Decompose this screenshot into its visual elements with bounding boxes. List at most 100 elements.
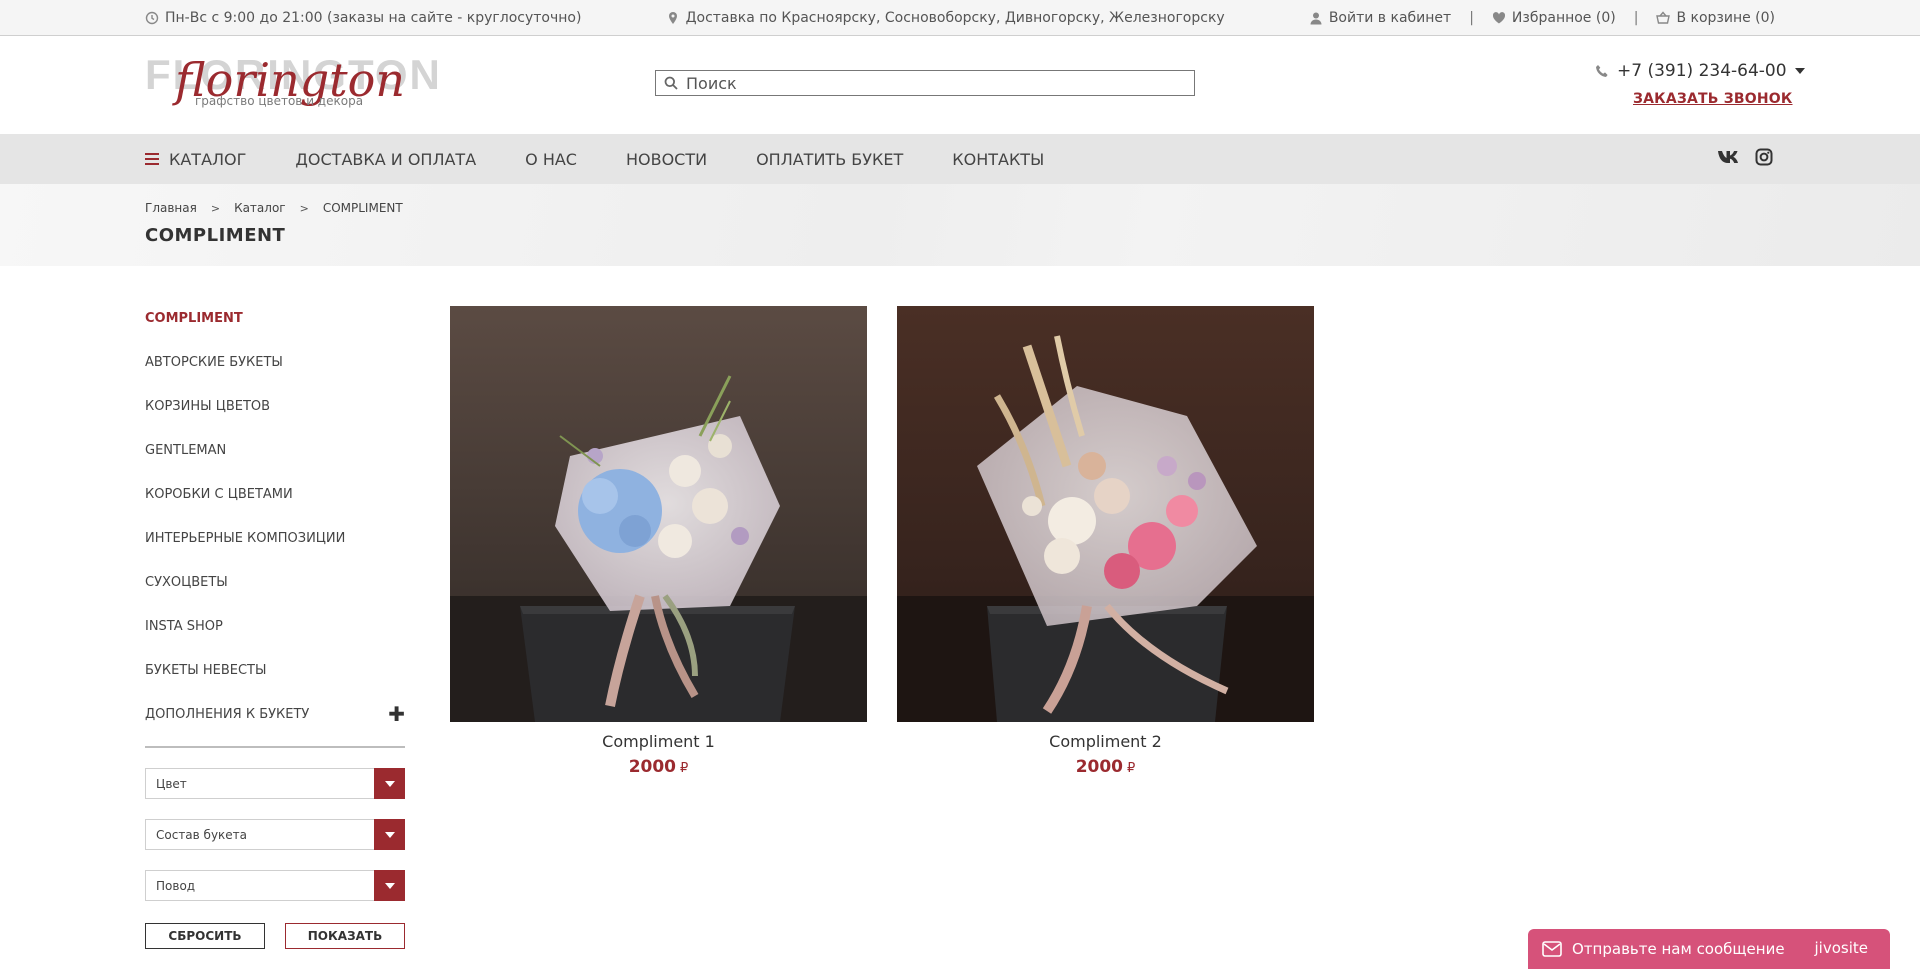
reset-button[interactable]: СБРОСИТЬ: [145, 923, 265, 949]
price-value: 2000: [1075, 757, 1124, 777]
sidebar-item-compliment[interactable]: COMPLIMENT: [145, 296, 405, 340]
heart-icon: [1492, 12, 1505, 24]
breadcrumb-catalog[interactable]: Каталог: [234, 201, 286, 215]
product-name[interactable]: Compliment 2: [897, 732, 1314, 751]
chevron-down-icon[interactable]: [374, 819, 405, 850]
filter-color-select[interactable]: Цвет: [145, 768, 405, 799]
product-name[interactable]: Compliment 1: [450, 732, 867, 751]
catalog-sidebar: COMPLIMENT АВТОРСКИЕ БУКЕТЫ КОРЗИНЫ ЦВЕТ…: [145, 296, 405, 949]
nav-item-about[interactable]: О НАС: [525, 150, 577, 169]
nav-item-contacts[interactable]: КОНТАКТЫ: [952, 150, 1044, 169]
main-nav: КАТАЛОГ ДОСТАВКА И ОПЛАТА О НАС НОВОСТИ …: [0, 134, 1920, 184]
currency-symbol: ₽: [1127, 761, 1136, 776]
show-button[interactable]: ПОКАЗАТЬ: [285, 923, 405, 949]
product-card[interactable]: Compliment 2 2000 ₽: [897, 306, 1314, 777]
menu-icon: [145, 153, 159, 165]
topbar-separator: |: [1633, 10, 1639, 26]
basket-icon: [1656, 11, 1671, 24]
price-value: 2000: [628, 757, 677, 777]
sidebar-item-author-bouquets[interactable]: АВТОРСКИЕ БУКЕТЫ: [145, 340, 405, 384]
sidebar-item-dried-flowers[interactable]: СУХОЦВЕТЫ: [145, 560, 405, 604]
cart-label: В корзине (0): [1676, 10, 1775, 26]
filter-composition-label: Состав букета: [156, 827, 248, 842]
user-icon: [1310, 12, 1322, 25]
breadcrumb: Главная > Каталог > COMPLIMENT: [145, 201, 403, 215]
product-price: 2000 ₽: [897, 757, 1314, 777]
filter-composition-select[interactable]: Состав букета: [145, 819, 405, 850]
product-card[interactable]: Compliment 1 2000 ₽: [450, 306, 867, 777]
site-logo[interactable]: FLORINGTON florington графство цветов и …: [145, 51, 440, 117]
site-header: FLORINGTON florington графство цветов и …: [0, 37, 1920, 134]
currency-symbol: ₽: [680, 761, 689, 776]
sidebar-divider: [145, 746, 405, 748]
working-hours: Пн-Вс с 9:00 до 21:00 (заказы на сайте -…: [145, 10, 581, 26]
search-box[interactable]: [655, 70, 1195, 96]
login-label: Войти в кабинет: [1328, 10, 1452, 26]
bouquet-photo-1: [450, 306, 867, 722]
sidebar-item-flower-boxes[interactable]: КОРОБКИ С ЦВЕТАМИ: [145, 472, 405, 516]
category-list: COMPLIMENT АВТОРСКИЕ БУКЕТЫ КОРЗИНЫ ЦВЕТ…: [145, 296, 405, 736]
breadcrumb-current: COMPLIMENT: [322, 201, 403, 215]
nav-item-pay[interactable]: ОПЛАТИТЬ БУКЕТ: [756, 150, 903, 169]
chevron-down-icon[interactable]: [1794, 67, 1805, 75]
search-input[interactable]: [686, 73, 1166, 93]
product-image[interactable]: [450, 306, 867, 722]
cart-link[interactable]: В корзине (0): [1656, 10, 1775, 26]
login-link[interactable]: Войти в кабинет: [1309, 10, 1451, 26]
order-callback-link[interactable]: ЗАКАЗАТЬ ЗВОНОК: [1633, 91, 1793, 107]
filter-occasion-select[interactable]: Повод: [145, 870, 405, 901]
social-links: [1717, 148, 1773, 166]
envelope-icon: [1542, 941, 1562, 957]
chat-widget[interactable]: Отправьте нам сообщение jivosite: [1528, 929, 1890, 969]
breadcrumb-chevron-icon: >: [299, 201, 309, 215]
nav-item-label: КАТАЛОГ: [169, 149, 247, 169]
plus-icon[interactable]: ✚: [388, 702, 405, 726]
sidebar-item-label: INSTA SHOP: [145, 618, 223, 634]
product-price: 2000 ₽: [450, 757, 867, 777]
chevron-down-icon[interactable]: [374, 768, 405, 799]
favorites-label: Избранное (0): [1511, 10, 1616, 26]
sidebar-item-flower-baskets[interactable]: КОРЗИНЫ ЦВЕТОВ: [145, 384, 405, 428]
filter-occasion-label: Повод: [156, 878, 196, 893]
sidebar-item-label: БУКЕТЫ НЕВЕСТЫ: [145, 662, 267, 678]
favorites-link[interactable]: Избранное (0): [1492, 10, 1616, 26]
nav-item-catalog[interactable]: КАТАЛОГ: [145, 150, 246, 169]
sidebar-item-insta-shop[interactable]: INSTA SHOP: [145, 604, 405, 648]
nav-item-news[interactable]: НОВОСТИ: [626, 150, 707, 169]
sidebar-item-interior-compositions[interactable]: ИНТЕРЬЕРНЫЕ КОМПОЗИЦИИ: [145, 516, 405, 560]
sidebar-item-label: КОРЗИНЫ ЦВЕТОВ: [145, 398, 271, 414]
breadcrumb-chevron-icon: >: [210, 201, 221, 215]
sidebar-item-label: СУХОЦВЕТЫ: [145, 574, 228, 590]
nav-item-delivery[interactable]: ДОСТАВКА И ОПЛАТА: [295, 150, 476, 169]
filter-actions: СБРОСИТЬ ПОКАЗАТЬ: [145, 923, 405, 949]
chat-label: Отправьте нам сообщение: [1572, 940, 1785, 958]
bouquet-photo-2: [897, 306, 1314, 722]
breadcrumb-home[interactable]: Главная: [145, 201, 197, 215]
sidebar-item-bridal-bouquets[interactable]: БУКЕТЫ НЕВЕСТЫ: [145, 648, 405, 692]
instagram-icon[interactable]: [1755, 148, 1773, 166]
chat-brand: jivosite: [1814, 939, 1868, 957]
search-icon: [664, 76, 678, 90]
page-title: COMPLIMENT: [145, 225, 286, 246]
phone-number: +7 (391) 234-64-00: [1617, 61, 1787, 81]
delivery-info: Доставка по Красноярску, Сосновоборску, …: [666, 10, 1225, 26]
filter-color-label: Цвет: [156, 776, 187, 791]
sidebar-item-label: ИНТЕРЬЕРНЫЕ КОМПОЗИЦИИ: [145, 530, 346, 546]
sidebar-item-bouquet-additions[interactable]: ДОПОЛНЕНИЯ К БУКЕТУ ✚: [145, 692, 405, 736]
page-heading-band: Главная > Каталог > COMPLIMENT COMPLIMEN…: [0, 184, 1920, 266]
sidebar-item-label: ДОПОЛНЕНИЯ К БУКЕТУ: [145, 706, 310, 722]
vk-icon[interactable]: [1717, 149, 1741, 165]
topbar-separator: |: [1469, 10, 1474, 26]
working-hours-text: Пн-Вс с 9:00 до 21:00 (заказы на сайте -…: [165, 10, 582, 26]
top-bar: Пн-Вс с 9:00 до 21:00 (заказы на сайте -…: [0, 0, 1920, 36]
phone-block[interactable]: +7 (391) 234-64-00: [1595, 61, 1805, 81]
logo-tagline: графство цветов и декора: [195, 94, 364, 108]
clock-icon: [145, 11, 159, 25]
phone-icon: [1596, 65, 1608, 77]
sidebar-item-label: КОРОБКИ С ЦВЕТАМИ: [145, 486, 293, 502]
product-image[interactable]: [897, 306, 1314, 722]
sidebar-item-label: COMPLIMENT: [145, 310, 243, 326]
delivery-text: Доставка по Красноярску, Сосновоборску, …: [685, 10, 1225, 26]
chevron-down-icon[interactable]: [374, 870, 405, 901]
sidebar-item-gentleman[interactable]: GENTLEMAN: [145, 428, 405, 472]
